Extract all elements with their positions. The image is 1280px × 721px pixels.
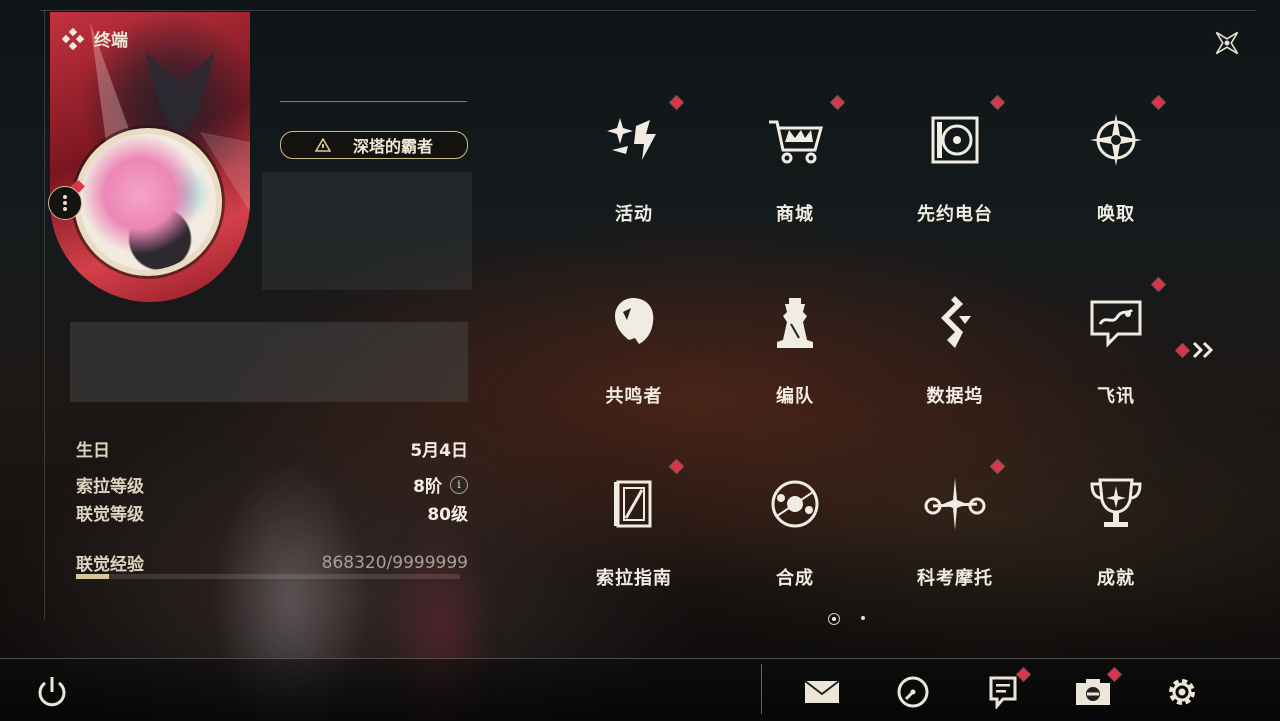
stat-union-exp: 联觉经验 868320/9999999 — [76, 550, 468, 576]
history-button[interactable] — [893, 672, 933, 712]
menu-item-team[interactable]: 编队 — [730, 280, 860, 430]
chess-piece-icon — [763, 290, 827, 354]
trophy-icon — [1084, 472, 1148, 536]
exp-progress-track — [76, 574, 460, 579]
settings-icon — [1169, 679, 1195, 705]
menu-label: 编队 — [776, 386, 814, 407]
page-dot[interactable] — [861, 616, 865, 620]
power-icon — [38, 677, 66, 707]
menu-label: 共鸣者 — [605, 386, 663, 407]
exp-progress-fill — [76, 574, 109, 579]
divider — [280, 101, 467, 102]
stat-value: 5月4日 — [410, 441, 468, 461]
menu-item-guide[interactable]: 索拉指南 — [569, 462, 699, 612]
diamond-cluster-icon — [62, 27, 84, 50]
player-title-badge[interactable]: 深塔的霸者 — [280, 131, 468, 159]
guide-book-icon — [602, 472, 666, 536]
mail-icon — [804, 680, 840, 703]
stat-sola-level: 索拉等级 8阶 i — [76, 472, 468, 497]
player-name-redacted — [262, 172, 472, 290]
cart-crown-icon — [763, 108, 827, 172]
camera-button[interactable] — [1073, 672, 1113, 712]
menu-item-motorcycle[interactable]: 科考摩托 — [890, 462, 1020, 612]
stat-label: 联觉等级 — [76, 505, 144, 525]
menu-item-resonators[interactable]: 共鸣者 — [569, 280, 699, 430]
avatar[interactable] — [80, 134, 216, 270]
menu-label: 成就 — [1097, 568, 1135, 589]
triangle-warning-icon — [314, 138, 331, 152]
menu-label: 合成 — [776, 568, 814, 589]
notification-badge — [1176, 343, 1189, 357]
info-icon[interactable]: i — [450, 475, 468, 494]
close-star-icon — [1215, 31, 1239, 55]
menu-item-convene[interactable]: 唤取 — [1051, 98, 1181, 248]
stat-label: 联觉经验 — [76, 555, 144, 575]
menu-item-events[interactable]: 活动 — [569, 98, 699, 248]
menu-label: 数据坞 — [926, 386, 984, 407]
next-page-button[interactable] — [1176, 338, 1222, 362]
camera-icon — [1076, 679, 1110, 705]
menu-label: 科考摩托 — [917, 568, 993, 589]
bottom-divider — [761, 664, 762, 714]
menu-label: 活动 — [615, 204, 653, 225]
stat-value: 868320/9999999 — [321, 552, 468, 573]
more-vertical-icon — [63, 195, 67, 211]
menu-label: 商城 — [776, 204, 814, 225]
menu-label: 索拉指南 — [596, 568, 672, 589]
clock-icon — [897, 676, 929, 708]
synthesis-icon — [763, 472, 827, 536]
page-title: 终端 — [94, 31, 128, 51]
mail-button[interactable] — [802, 672, 842, 712]
menu-label: 唤取 — [1097, 204, 1135, 225]
menu-item-messages[interactable]: 飞讯 — [1051, 280, 1181, 430]
notice-icon — [989, 676, 1017, 709]
terminal-header: 终端 — [62, 26, 128, 51]
settings-button[interactable] — [1162, 672, 1202, 712]
stat-value: 80级 — [427, 505, 468, 525]
power-button[interactable] — [32, 672, 72, 712]
player-title: 深塔的霸者 — [352, 137, 433, 156]
stat-label: 索拉等级 — [76, 477, 144, 497]
menu-label: 先约电台 — [917, 204, 993, 225]
stat-birthday: 生日 5月4日 — [76, 436, 468, 461]
notice-button[interactable] — [983, 672, 1023, 712]
menu-item-synthesis[interactable]: 合成 — [730, 462, 860, 612]
menu-item-shop[interactable]: 商城 — [730, 98, 860, 248]
compass-star-icon — [1084, 108, 1148, 172]
page-dot-active[interactable] — [828, 613, 840, 625]
stat-label: 生日 — [76, 441, 110, 461]
signature-redacted[interactable] — [70, 322, 468, 402]
menu-item-data-dock[interactable]: 数据坞 — [890, 280, 1020, 430]
double-chevron-right-icon — [1192, 341, 1214, 359]
menu-item-radio[interactable]: 先约电台 — [890, 98, 1020, 248]
motorcycle-icon — [923, 472, 987, 536]
radio-icon — [923, 108, 987, 172]
frame-line-top — [40, 10, 1256, 11]
chat-bubble-icon — [1084, 290, 1148, 354]
frame-line-left — [44, 10, 45, 620]
stat-union-level: 联觉等级 80级 — [76, 500, 468, 525]
sparkle-icon — [602, 108, 666, 172]
menu-label: 飞讯 — [1097, 386, 1135, 407]
stat-value: 8阶 — [413, 477, 442, 497]
menu-item-achievements[interactable]: 成就 — [1051, 462, 1181, 612]
data-dock-icon — [923, 290, 987, 354]
close-button[interactable] — [1208, 24, 1246, 62]
resonator-head-icon — [602, 290, 666, 354]
